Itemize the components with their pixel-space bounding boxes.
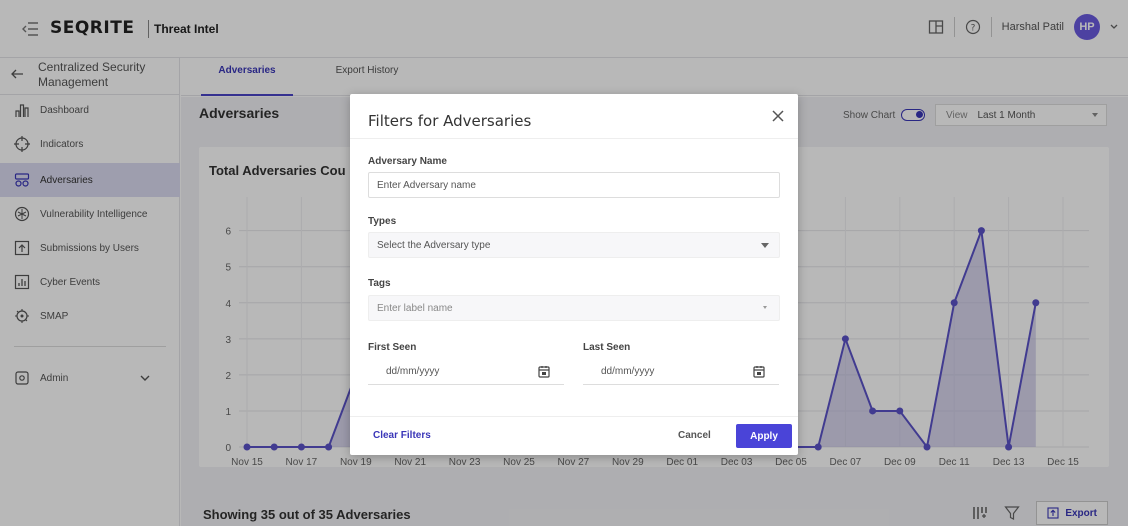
clear-filters-button[interactable]: Clear Filters <box>373 430 431 441</box>
chevron-down-icon <box>763 306 767 309</box>
first-seen-placeholder: dd/mm/yyyy <box>386 366 440 377</box>
types-placeholder: Select the Adversary type <box>377 239 491 251</box>
apply-button[interactable]: Apply <box>736 424 792 448</box>
filters-dialog: Filters for Adversaries Adversary Name E… <box>350 94 798 455</box>
first-seen-date-input[interactable]: dd/mm/yyyy <box>368 359 564 385</box>
tags-input[interactable]: Enter label name <box>368 295 780 321</box>
close-icon[interactable] <box>772 110 784 122</box>
types-label: Types <box>368 216 397 227</box>
first-seen-label: First Seen <box>368 342 417 353</box>
adversary-name-placeholder: Enter Adversary name <box>377 179 476 191</box>
tags-placeholder: Enter label name <box>377 302 453 314</box>
last-seen-placeholder: dd/mm/yyyy <box>601 366 655 377</box>
cancel-button[interactable]: Cancel <box>678 430 711 441</box>
chevron-down-icon <box>761 243 769 248</box>
adversary-name-input[interactable]: Enter Adversary name <box>368 172 780 198</box>
tags-label: Tags <box>368 278 391 289</box>
dialog-title: Filters for Adversaries <box>368 112 532 130</box>
last-seen-label: Last Seen <box>583 342 631 353</box>
last-seen-date-input[interactable]: dd/mm/yyyy <box>583 359 779 385</box>
calendar-icon[interactable] <box>538 365 550 378</box>
adversary-name-label: Adversary Name <box>368 156 447 167</box>
types-select[interactable]: Select the Adversary type <box>368 232 780 258</box>
dialog-divider <box>350 138 798 139</box>
calendar-icon[interactable] <box>753 365 765 378</box>
dialog-footer-divider <box>350 416 798 417</box>
